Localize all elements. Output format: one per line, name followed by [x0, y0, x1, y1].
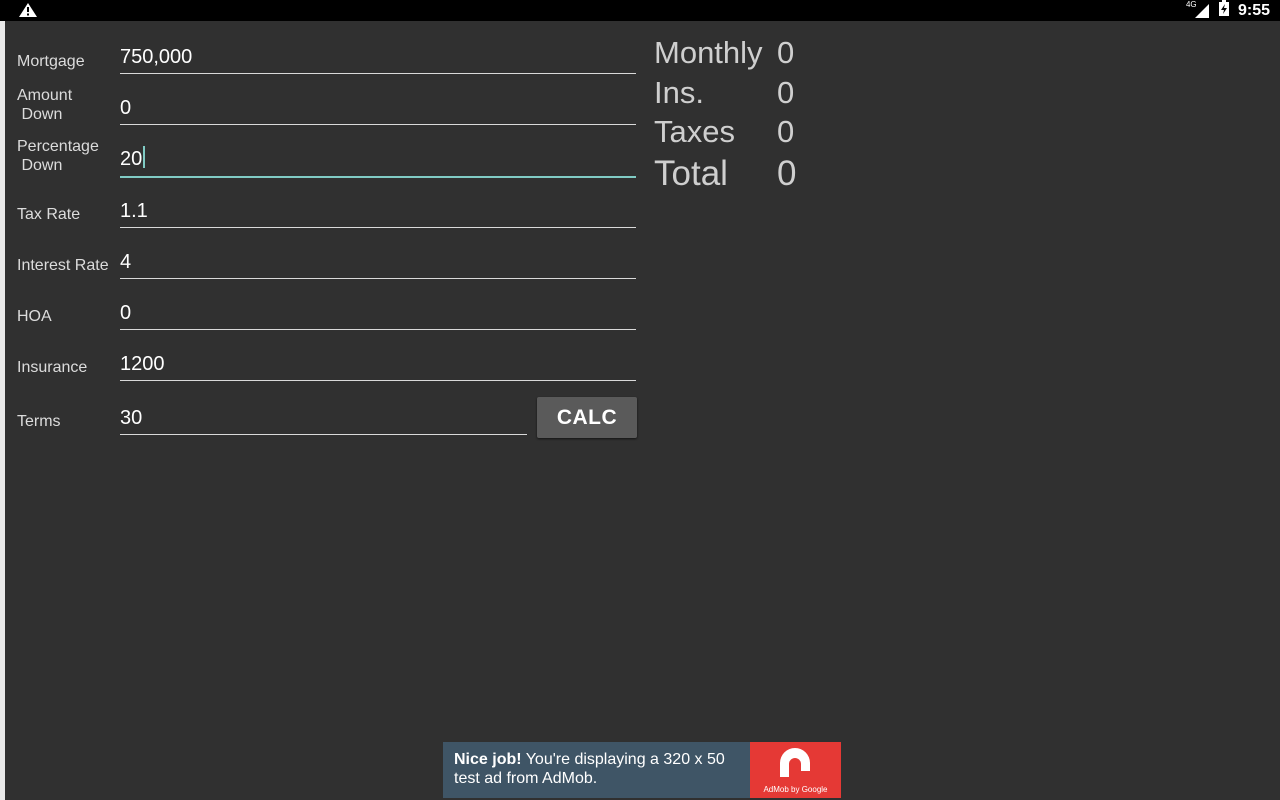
ins-value: 0	[777, 75, 795, 110]
interest-rate-input[interactable]: 4	[120, 249, 636, 279]
text-caret	[143, 146, 146, 168]
tax-rate-value: 1.1	[120, 200, 148, 222]
amount-down-value: 0	[120, 97, 132, 119]
admob-logo: AdMob by Google	[750, 742, 841, 798]
monthly-value: 0	[777, 35, 795, 70]
admob-logo-icon	[774, 747, 816, 786]
percentage-down-label: Percentage Down	[17, 138, 99, 174]
insurance-label: Insurance	[17, 359, 88, 376]
taxes-value: 0	[777, 114, 795, 149]
percentage-down-value: 20	[120, 148, 143, 170]
mortgage-value: 750,000	[120, 46, 193, 68]
interest-rate-value: 4	[120, 251, 132, 273]
total-value: 0	[777, 154, 797, 193]
amount-down-label: Amount Down	[17, 87, 73, 123]
insurance-value: 1200	[120, 353, 165, 375]
test-ad-banner[interactable]: Nice job! You're displaying a 320 x 50 t…	[443, 742, 841, 798]
terms-label: Terms	[17, 413, 61, 430]
hoa-input[interactable]: 0	[120, 300, 636, 330]
ins-label: Ins.	[654, 75, 704, 110]
monthly-label: Monthly	[654, 35, 763, 70]
battery-icon	[1218, 0, 1230, 21]
hoa-value: 0	[120, 302, 132, 324]
calc-button[interactable]: CALC	[537, 397, 637, 438]
insurance-input[interactable]: 1200	[120, 351, 636, 381]
ad-headline: Nice job!	[454, 751, 522, 768]
tax-rate-label: Tax Rate	[17, 206, 81, 223]
mortgage-label: Mortgage	[17, 53, 85, 70]
mortgage-input[interactable]: 750,000	[120, 44, 636, 74]
status-bar: 4G 9:55	[0, 0, 1280, 21]
ad-text: Nice job! You're displaying a 320 x 50 t…	[454, 750, 754, 788]
mortgage-calculator-screen: Mortgage 750,000 Amount Down 0 Percentag…	[5, 21, 1280, 800]
interest-rate-label: Interest Rate	[17, 257, 109, 274]
hoa-label: HOA	[17, 308, 52, 325]
taxes-label: Taxes	[654, 114, 735, 149]
amount-down-input[interactable]: 0	[120, 95, 636, 125]
percentage-down-input[interactable]: 20	[120, 146, 636, 178]
ad-logo-caption: AdMob by Google	[763, 785, 828, 794]
tax-rate-input[interactable]: 1.1	[120, 198, 636, 228]
status-time: 9:55	[1237, 1, 1270, 19]
total-label: Total	[654, 154, 728, 193]
terms-value: 30	[120, 407, 143, 429]
warning-icon	[18, 2, 38, 23]
signal-icon: 4G	[1186, 0, 1210, 19]
terms-input[interactable]: 30	[120, 405, 527, 435]
